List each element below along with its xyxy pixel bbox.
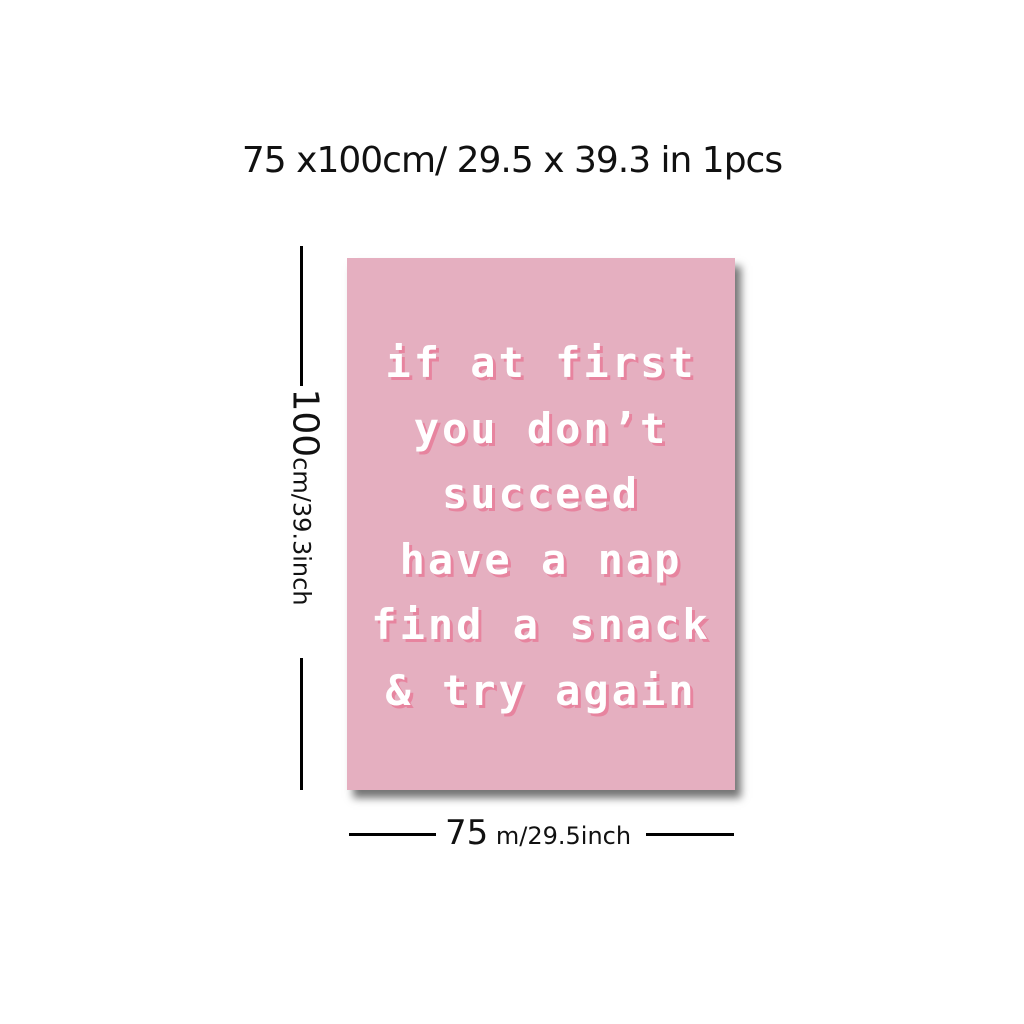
width-unit: m/29.5inch [488, 822, 632, 850]
quote-line: you don’t [413, 403, 669, 453]
poster-quote: if at first you don’t succeed have a nap… [347, 330, 735, 723]
height-dimension-line [300, 246, 303, 386]
height-label: 100cm/39.3inch [285, 388, 326, 605]
quote-line: & try again [385, 665, 697, 715]
quote-line: if at first [385, 338, 697, 387]
size-title: 75 x100cm/ 29.5 x 39.3 in 1pcs [241, 140, 783, 181]
quote-line: find a snack [371, 600, 711, 649]
width-dimension-line [646, 833, 734, 836]
quote-line: have a nap [399, 534, 683, 584]
width-dimension-line [349, 833, 436, 836]
quote-line: succeed [441, 469, 640, 518]
height-dimension-line [300, 658, 303, 790]
poster: if at first you don’t succeed have a nap… [347, 258, 735, 790]
height-unit: cm/39.3inch [287, 457, 316, 606]
width-number: 75 [445, 813, 489, 853]
width-label: 75 m/29.5inch [445, 813, 631, 853]
height-number: 100 [284, 388, 326, 458]
